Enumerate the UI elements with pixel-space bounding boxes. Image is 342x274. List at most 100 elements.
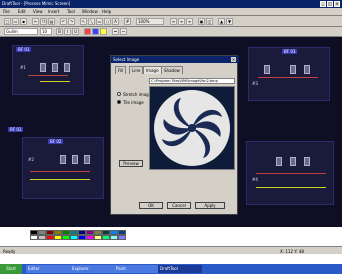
line-icon[interactable]: ╲ <box>88 18 95 25</box>
align-right-icon[interactable]: ≡ <box>186 18 193 25</box>
maximize-button[interactable]: □ <box>327 1 333 7</box>
color-swatch[interactable] <box>30 235 38 240</box>
zoom-select[interactable]: 100% <box>136 18 164 25</box>
fan-image <box>154 90 230 166</box>
image-path-field[interactable]: C:\Program Files\HMI\Image\Fan2.bmp <box>149 78 235 84</box>
image-dialog: Select Image × Fill Line Image Shadow St… <box>110 55 239 215</box>
align-center-icon[interactable]: ≡ <box>178 18 185 25</box>
menu-bar: File Edit View Insert Tool Window Help <box>0 8 342 16</box>
color-swatch[interactable] <box>94 235 102 240</box>
cancel-button[interactable]: Cancel <box>167 202 191 209</box>
open-icon[interactable]: ▭ <box>12 18 19 25</box>
pipe-line <box>258 77 318 78</box>
undo-icon[interactable]: ↶ <box>60 18 67 25</box>
ok-button[interactable]: OK <box>139 202 163 209</box>
start-button[interactable]: Start <box>0 264 22 274</box>
tile-radio[interactable] <box>117 100 121 104</box>
color-swatch[interactable] <box>46 235 54 240</box>
label-line3: #3 <box>252 81 258 86</box>
color-swatch[interactable] <box>54 235 62 240</box>
apply-button[interactable]: Apply <box>195 202 225 209</box>
pump-unit <box>40 63 46 72</box>
preview-button[interactable]: Preview <box>119 160 143 167</box>
new-icon[interactable]: □ <box>4 18 11 25</box>
format-toolbar: Gulim 10 B I U ═ ┅ <box>0 27 342 37</box>
font-size-select[interactable]: 10 <box>40 28 52 35</box>
tab-shadow[interactable]: Shadow <box>161 66 183 74</box>
task-drafttool[interactable]: DraftTool <box>158 265 202 273</box>
label-rf01: RF 01 <box>8 127 24 132</box>
color-swatch[interactable] <box>38 235 46 240</box>
text-color-icon[interactable] <box>100 28 107 35</box>
pipe-line <box>256 187 326 188</box>
redo-icon[interactable]: ↷ <box>68 18 75 25</box>
ungroup-icon[interactable]: ◫ <box>206 18 213 25</box>
tile-label: Tile image <box>123 100 144 105</box>
group-icon[interactable]: ▣ <box>198 18 205 25</box>
menu-view[interactable]: View <box>33 9 43 14</box>
standard-toolbar: □ ▭ ▪ ✂ ❐ ▤ ↶ ↷ ↖ ╲ ▭ ○ A # 100% ≡ ≡ ≡ ▣… <box>0 16 342 27</box>
color-swatch[interactable] <box>110 235 118 240</box>
menu-file[interactable]: File <box>3 9 10 14</box>
color-swatch[interactable] <box>118 235 126 240</box>
label-line4: #4 <box>252 177 258 182</box>
align-left-icon[interactable]: ≡ <box>170 18 177 25</box>
tab-fill[interactable]: Fill <box>115 66 127 74</box>
close-button[interactable]: × <box>334 1 340 7</box>
line-width-icon[interactable]: ═ <box>112 28 119 35</box>
color-palette <box>30 230 230 240</box>
copy-icon[interactable]: ❐ <box>40 18 47 25</box>
task-editor[interactable]: Editor <box>26 265 70 273</box>
pump-unit <box>60 155 66 164</box>
panel-bf03 <box>248 47 330 101</box>
color-swatch[interactable] <box>62 235 70 240</box>
fill-color-icon[interactable] <box>84 28 91 35</box>
label-bf01: BF 01 <box>16 47 32 52</box>
label-line1: #1 <box>20 65 26 70</box>
underline-icon[interactable]: U <box>72 28 79 35</box>
front-icon[interactable]: ▲ <box>218 18 225 25</box>
ellipse-icon[interactable]: ○ <box>104 18 111 25</box>
task-paint[interactable]: Paint <box>114 265 158 273</box>
minimize-button[interactable]: _ <box>320 1 326 7</box>
tab-image[interactable]: Image <box>143 66 162 74</box>
color-swatch[interactable] <box>70 235 78 240</box>
pump-unit <box>84 155 90 164</box>
label-bf02: BF 02 <box>48 139 64 144</box>
stretch-radio[interactable] <box>117 92 121 96</box>
task-explorer[interactable]: Explorer <box>70 265 114 273</box>
line-color-icon[interactable] <box>92 28 99 35</box>
status-bar: Ready X: 112 Y: 48 <box>0 246 342 254</box>
dialog-close-button[interactable]: × <box>231 57 236 62</box>
os-taskbar: Start Editor Explorer Paint DraftTool <box>0 264 342 274</box>
rect-icon[interactable]: ▭ <box>96 18 103 25</box>
font-name-select[interactable]: Gulim <box>4 28 38 35</box>
pipe-line <box>30 171 90 172</box>
pump-unit <box>52 63 58 72</box>
pointer-icon[interactable]: ↖ <box>80 18 87 25</box>
line-style-icon[interactable]: ┅ <box>120 28 127 35</box>
label-line2: #2 <box>28 157 34 162</box>
panel-bf02 <box>22 137 104 199</box>
color-swatch[interactable] <box>86 235 94 240</box>
color-swatch[interactable] <box>102 235 110 240</box>
bold-icon[interactable]: B <box>56 28 63 35</box>
menu-tool[interactable]: Tool <box>67 9 75 14</box>
app-titlebar: DraftTool - [Process Mimic Screen] _ □ × <box>0 0 342 8</box>
save-icon[interactable]: ▪ <box>20 18 27 25</box>
menu-help[interactable]: Help <box>102 9 111 14</box>
cut-icon[interactable]: ✂ <box>32 18 39 25</box>
status-text: Ready <box>3 249 16 254</box>
grid-icon[interactable]: # <box>124 18 131 25</box>
pipe-line <box>256 173 326 174</box>
menu-edit[interactable]: Edit <box>18 9 26 14</box>
back-icon[interactable]: ▼ <box>226 18 233 25</box>
italic-icon[interactable]: I <box>64 28 71 35</box>
menu-window[interactable]: Window <box>82 9 98 14</box>
text-icon[interactable]: A <box>112 18 119 25</box>
tab-line[interactable]: Line <box>129 66 144 74</box>
paste-icon[interactable]: ▤ <box>48 18 55 25</box>
color-swatch[interactable] <box>78 235 86 240</box>
pump-unit <box>64 63 70 72</box>
menu-insert[interactable]: Insert <box>48 9 59 14</box>
